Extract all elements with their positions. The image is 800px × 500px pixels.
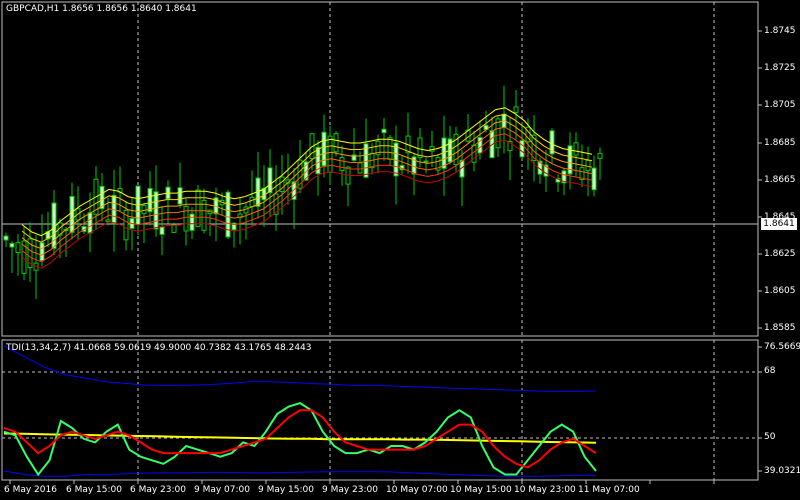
main-chart-title: GBPCAD,H1 1.8656 1.8656 1.8640 1.8641 (6, 4, 197, 14)
price-tick: 1.8605 (764, 286, 796, 296)
candle-body (429, 146, 435, 152)
indicator-title: TDI(13,34,2,7) 41.0668 59.0619 49.9000 4… (6, 343, 312, 353)
ma-ribbon-line (21, 133, 593, 263)
candles (3, 85, 603, 299)
candle-body (597, 152, 603, 159)
current-price-badge: 1.8641 (761, 218, 797, 230)
candle-body (177, 187, 183, 205)
main-chart-frame (1, 1, 759, 337)
candle-body (357, 162, 363, 174)
indicator-tick: 68 (764, 366, 776, 376)
candle-body (39, 242, 45, 262)
candle-body (9, 243, 15, 248)
candle-body (591, 167, 597, 191)
time-label: 9 May 15:00 (258, 485, 314, 495)
candle-body (171, 224, 177, 233)
candle-body (519, 140, 525, 158)
time-label: 10 May 07:00 (386, 485, 448, 495)
time-label: 9 May 23:00 (322, 485, 378, 495)
ma-ribbon (21, 107, 593, 269)
candle-body (153, 191, 159, 230)
candle-body (3, 235, 9, 241)
indicator-tick: 76.5669 (764, 342, 800, 352)
indicator-tick: 50 (764, 432, 776, 442)
candle-body (333, 133, 339, 153)
price-tick: 1.8665 (764, 175, 796, 185)
price-tick: 1.8685 (764, 138, 796, 148)
candle-body (339, 157, 345, 172)
price-tick: 1.8745 (764, 26, 796, 36)
candle-body (195, 189, 201, 227)
candle-body (87, 212, 93, 234)
candle-body (423, 160, 429, 163)
indicator-tick: 39.0321 (764, 466, 800, 476)
vertical-grid (137, 2, 715, 480)
ma-ribbon-line (21, 120, 593, 250)
indicator-frame (1, 339, 759, 481)
time-label: 6 May 15:00 (66, 485, 122, 495)
price-tick: 1.8585 (764, 323, 796, 333)
candle-body (183, 205, 189, 232)
candle-body (327, 135, 333, 173)
candle-body (159, 226, 165, 235)
candle-body (189, 213, 195, 231)
time-label: 6 May 23:00 (130, 485, 186, 495)
candle-body (495, 118, 501, 149)
axis-ticks (9, 30, 762, 484)
time-label: 10 May 15:00 (450, 485, 512, 495)
price-tick: 1.8625 (764, 249, 796, 259)
candle-body (417, 137, 423, 159)
candle-body (573, 142, 579, 156)
ma-ribbon-line (21, 126, 593, 256)
price-tick: 1.8705 (764, 100, 796, 110)
candle-body (381, 128, 387, 134)
chart-canvas (1, 1, 762, 484)
candle-body (387, 137, 393, 160)
candle-body (585, 159, 591, 172)
time-label: 9 May 07:00 (194, 485, 250, 495)
candle-body (267, 167, 273, 194)
tdi-lines (3, 345, 597, 477)
candle-body (147, 188, 153, 213)
time-label: 6 May 2016 (4, 485, 57, 495)
candle-body (513, 106, 519, 113)
candle-body (15, 242, 21, 254)
price-tick: 1.8725 (764, 63, 796, 73)
candle-body (201, 199, 207, 231)
time-label: 11 May 07:00 (578, 485, 640, 495)
candle-body (249, 196, 255, 207)
candle-body (69, 195, 75, 233)
candle-body (141, 205, 147, 215)
indicator-levels (2, 371, 758, 439)
time-label: 10 May 23:00 (514, 485, 576, 495)
candle-body (105, 219, 111, 222)
